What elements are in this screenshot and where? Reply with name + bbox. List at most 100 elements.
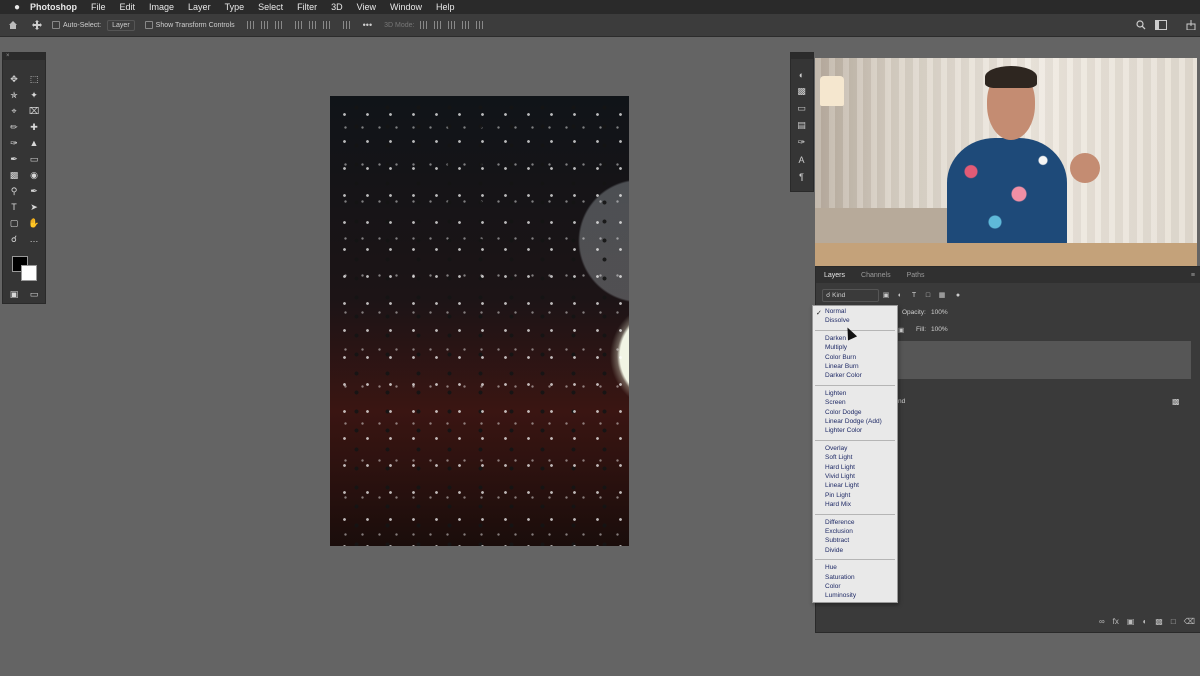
frame-tool-icon[interactable]: ⌧ <box>27 105 41 117</box>
blend-mode-option[interactable]: Color Dodge <box>825 409 862 416</box>
add-mask-icon[interactable]: ▣ <box>1127 617 1135 626</box>
blend-mode-option[interactable]: Darker Color <box>825 372 862 379</box>
zoom-tool-icon[interactable]: ☌ <box>7 233 21 245</box>
blend-mode-option[interactable]: Saturation <box>825 574 855 581</box>
menu-select[interactable]: Select <box>258 2 283 12</box>
blend-mode-option[interactable]: Luminosity <box>825 592 856 599</box>
filter-toggle-icon[interactable]: ● <box>954 291 962 299</box>
move-icon[interactable] <box>32 20 42 30</box>
hand-tool-icon[interactable]: ✋ <box>27 217 41 229</box>
eyedropper-tool-icon[interactable]: ✏ <box>7 121 21 133</box>
blend-mode-option[interactable]: Linear Light <box>825 482 859 489</box>
filter-type-icon[interactable]: T <box>910 291 918 299</box>
dodge-tool-icon[interactable]: ⚲ <box>7 185 21 197</box>
home-icon[interactable] <box>8 20 18 30</box>
strip-header[interactable] <box>791 53 813 59</box>
tab-layers[interactable]: Layers <box>816 272 853 279</box>
blend-mode-option[interactable]: Overlay <box>825 445 847 452</box>
auto-select-dropdown[interactable]: Layer <box>107 19 135 31</box>
show-transform-checkbox[interactable] <box>144 21 153 29</box>
auto-select-checkbox[interactable] <box>52 21 60 29</box>
workspace-icon[interactable] <box>1155 20 1167 30</box>
menu-help[interactable]: Help <box>436 2 455 12</box>
brushes-panel-icon[interactable]: ✑ <box>796 137 807 148</box>
delete-layer-icon[interactable]: ⌫ <box>1184 617 1195 626</box>
share-icon[interactable] <box>1186 20 1196 30</box>
magic-wand-tool-icon[interactable]: ✦ <box>27 89 41 101</box>
edit-toolbar-icon[interactable]: … <box>27 233 41 245</box>
blend-mode-option[interactable]: Linear Dodge (Add) <box>825 418 882 425</box>
adjustments-panel-icon[interactable]: ▤ <box>796 120 807 131</box>
search-icon[interactable] <box>1136 20 1146 30</box>
type-tool-icon[interactable]: T <box>7 201 21 213</box>
filter-kind-dropdown[interactable]: ☌ Kind <box>822 289 879 302</box>
fill-value[interactable]: 100% <box>931 326 948 333</box>
history-brush-tool-icon[interactable]: ✒ <box>7 153 21 165</box>
new-adjustment-icon[interactable]: ◐ <box>1142 617 1147 626</box>
screen-mode-icon[interactable]: ▭ <box>27 288 41 300</box>
layer-style-icon[interactable]: fx <box>1113 617 1119 626</box>
filter-smart-object-icon[interactable]: ▦ <box>938 291 946 299</box>
blend-mode-option[interactable]: Normal <box>825 308 846 315</box>
marquee-tool-icon[interactable]: ⬚ <box>27 73 41 85</box>
blend-mode-option[interactable]: Difference <box>825 519 855 526</box>
menu-3d[interactable]: 3D <box>331 2 343 12</box>
blend-mode-option[interactable]: Subtract <box>825 537 849 544</box>
menu-type[interactable]: Type <box>225 2 245 12</box>
panel-menu-icon[interactable]: ≡ <box>1191 272 1200 279</box>
new-group-icon[interactable]: ▩ <box>1155 617 1163 626</box>
3d-orbit-icon[interactable] <box>420 21 429 29</box>
align-top-icon[interactable] <box>294 21 303 29</box>
menu-file[interactable]: File <box>91 2 106 12</box>
brush-tool-icon[interactable]: ✑ <box>7 137 21 149</box>
align-right-icon[interactable] <box>274 21 283 29</box>
blend-mode-option[interactable]: Multiply <box>825 344 847 351</box>
tools-panel-header[interactable]: × <box>3 53 45 60</box>
blend-mode-option[interactable]: Linear Burn <box>825 363 859 370</box>
blend-mode-option[interactable]: Screen <box>825 399 846 406</box>
filter-shape-icon[interactable]: □ <box>924 291 932 299</box>
eraser-tool-icon[interactable]: ▭ <box>27 153 41 165</box>
tab-paths[interactable]: Paths <box>899 272 933 279</box>
3d-scale-icon[interactable] <box>476 21 485 29</box>
selected-layer-row[interactable] <box>898 341 1191 379</box>
3d-slide-icon[interactable] <box>462 21 471 29</box>
menu-edit[interactable]: Edit <box>120 2 136 12</box>
background-color-swatch[interactable] <box>21 265 37 281</box>
blend-mode-option[interactable]: Vivid Light <box>825 473 855 480</box>
lasso-tool-icon[interactable]: ✯ <box>7 89 21 101</box>
swatches-panel-icon[interactable]: ▩ <box>796 86 807 97</box>
filter-adjustment-icon[interactable]: ◐ <box>896 291 904 299</box>
blend-mode-option[interactable]: Lighten <box>825 390 846 397</box>
align-center-icon[interactable] <box>260 21 269 29</box>
3d-roll-icon[interactable] <box>434 21 443 29</box>
move-tool-icon[interactable]: ✥ <box>7 73 21 85</box>
blend-mode-option[interactable]: Color <box>825 583 841 590</box>
gradient-tool-icon[interactable]: ▩ <box>7 169 21 181</box>
blend-mode-option[interactable]: Exclusion <box>825 528 853 535</box>
menu-app[interactable]: Photoshop <box>30 2 77 12</box>
path-selection-tool-icon[interactable]: ➤ <box>27 201 41 213</box>
blend-mode-option[interactable]: Soft Light <box>825 454 852 461</box>
clone-stamp-tool-icon[interactable]: ▲ <box>27 137 41 149</box>
document-canvas[interactable] <box>330 96 629 546</box>
blend-mode-option[interactable]: Lighter Color <box>825 427 862 434</box>
character-panel-icon[interactable]: A <box>796 154 807 165</box>
pen-tool-icon[interactable]: ✒ <box>27 185 41 197</box>
blend-mode-option[interactable]: Darken <box>825 335 846 342</box>
more-options-icon[interactable]: ••• <box>363 20 372 30</box>
menu-window[interactable]: Window <box>390 2 422 12</box>
apple-icon[interactable]: ● <box>12 2 22 13</box>
blend-mode-option[interactable]: Pin Light <box>825 492 850 499</box>
menu-filter[interactable]: Filter <box>297 2 317 12</box>
align-left-icon[interactable] <box>246 21 255 29</box>
color-panel-icon[interactable]: ◐ <box>796 69 807 80</box>
blend-mode-option[interactable]: Hard Mix <box>825 501 851 508</box>
menu-image[interactable]: Image <box>149 2 174 12</box>
filter-pixel-icon[interactable]: ▣ <box>882 291 890 299</box>
background-layer-label[interactable]: nd <box>898 398 905 405</box>
blend-mode-option[interactable]: Dissolve <box>825 317 850 324</box>
quick-mask-icon[interactable]: ▣ <box>7 288 21 300</box>
blend-mode-option[interactable]: Hard Light <box>825 464 855 471</box>
healing-brush-tool-icon[interactable]: ✚ <box>27 121 41 133</box>
